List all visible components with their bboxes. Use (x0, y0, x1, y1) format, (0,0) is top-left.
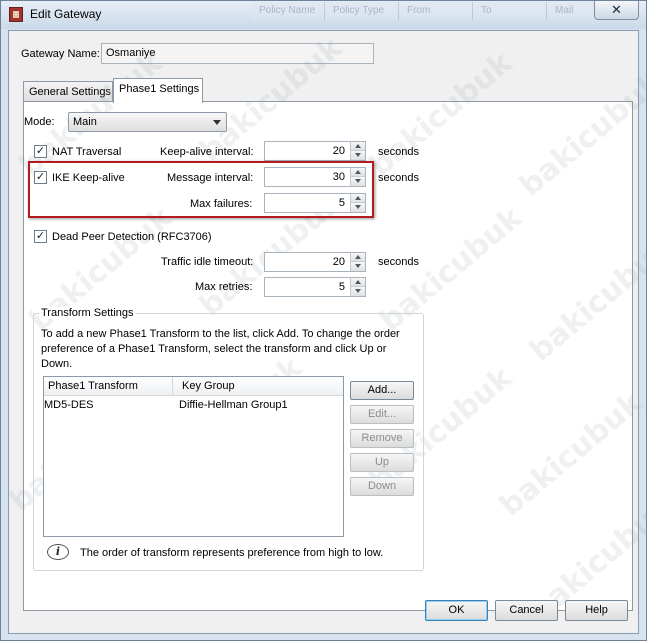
mode-value: Main (73, 116, 97, 128)
window-title: Edit Gateway (30, 7, 102, 21)
keepalive-interval-unit: seconds (378, 146, 419, 158)
dpd-checkbox[interactable]: ✓ (34, 230, 47, 243)
message-interval-unit: seconds (378, 172, 419, 184)
app-icon (9, 7, 23, 22)
traffic-idle-timeout-unit: seconds (378, 256, 419, 268)
edit-button[interactable]: Edit... (350, 405, 414, 424)
down-button[interactable]: Down (350, 477, 414, 496)
edit-gateway-window: Edit Gateway Policy Name Policy Type Fro… (0, 0, 647, 641)
keepalive-interval-label: Keep-alive interval: (160, 146, 254, 158)
max-retries-stepper[interactable]: 5 (264, 277, 366, 297)
mode-dropdown[interactable]: Main (68, 112, 227, 132)
watermark: bakicubuk (493, 385, 647, 524)
max-retries-label: Max retries: (195, 281, 253, 293)
tab-general-settings[interactable]: General Settings (23, 81, 113, 103)
up-button[interactable]: Up (350, 453, 414, 472)
watermark: bakicubuk (513, 65, 647, 204)
background-table-header: Policy Name Policy Type From To Mail (251, 2, 621, 20)
close-icon: ✕ (611, 2, 622, 17)
spin-up-icon[interactable] (351, 253, 365, 262)
transform-note: The order of transform represents prefer… (80, 547, 384, 559)
column-header-key-group[interactable]: Key Group (182, 380, 235, 392)
gateway-name-label: Gateway Name: (21, 48, 100, 60)
dpd-label: Dead Peer Detection (RFC3706) (52, 231, 212, 243)
traffic-idle-timeout-stepper[interactable]: 20 (264, 252, 366, 272)
traffic-idle-timeout-label: Traffic idle timeout: (161, 256, 254, 268)
ok-button[interactable]: OK (425, 600, 488, 621)
tab-phase1-settings[interactable]: Phase1 Settings (113, 78, 203, 103)
background-column: From (399, 2, 473, 20)
column-header-phase1-transform[interactable]: Phase1 Transform (48, 380, 138, 392)
gateway-name-field[interactable]: Osmaniye (101, 43, 374, 64)
transform-list-header: Phase1 Transform Key Group (44, 377, 343, 396)
background-column: Policy Name (251, 2, 325, 20)
dialog-client-area: Gateway Name: Osmaniye General Settings … (3, 30, 647, 634)
watermark: bakicubuk (363, 45, 519, 184)
remove-button[interactable]: Remove (350, 429, 414, 448)
keepalive-interval-stepper[interactable]: 20 (264, 141, 366, 161)
background-column: To (473, 2, 547, 20)
spin-down-icon[interactable] (351, 262, 365, 271)
cancel-button[interactable]: Cancel (495, 600, 558, 621)
nat-traversal-checkbox[interactable]: ✓ (34, 145, 47, 158)
transform-settings-title: Transform Settings (39, 307, 136, 319)
background-column: Policy Type (325, 2, 399, 20)
transform-cell: MD5-DES (44, 399, 94, 411)
transform-description: To add a new Phase1 Transform to the lis… (41, 328, 400, 370)
help-button[interactable]: Help (565, 600, 628, 621)
title-bar[interactable]: Edit Gateway Policy Name Policy Type Fro… (1, 1, 646, 29)
max-retries-value: 5 (338, 281, 345, 293)
chevron-down-icon (213, 120, 221, 125)
nat-traversal-label: NAT Traversal (52, 146, 122, 158)
watermark: bakicubuk (523, 230, 647, 369)
keepalive-interval-value: 20 (332, 145, 345, 157)
spin-up-icon[interactable] (351, 278, 365, 287)
key-group-cell: Diffie-Hellman Group1 (179, 399, 288, 411)
info-icon: i (47, 544, 69, 560)
spin-down-icon[interactable] (351, 287, 365, 296)
traffic-idle-timeout-value: 20 (332, 256, 345, 268)
mode-label: Mode: (24, 116, 55, 128)
column-divider[interactable] (172, 377, 173, 396)
highlight-annotation (28, 161, 374, 218)
table-row[interactable]: MD5-DES Diffie-Hellman Group1 (44, 397, 343, 413)
close-button[interactable]: ✕ (594, 1, 639, 20)
spin-down-icon[interactable] (351, 151, 365, 160)
transform-list[interactable]: Phase1 Transform Key Group MD5-DES Diffi… (43, 376, 344, 537)
add-button[interactable]: Add... (350, 381, 414, 400)
spin-up-icon[interactable] (351, 142, 365, 151)
